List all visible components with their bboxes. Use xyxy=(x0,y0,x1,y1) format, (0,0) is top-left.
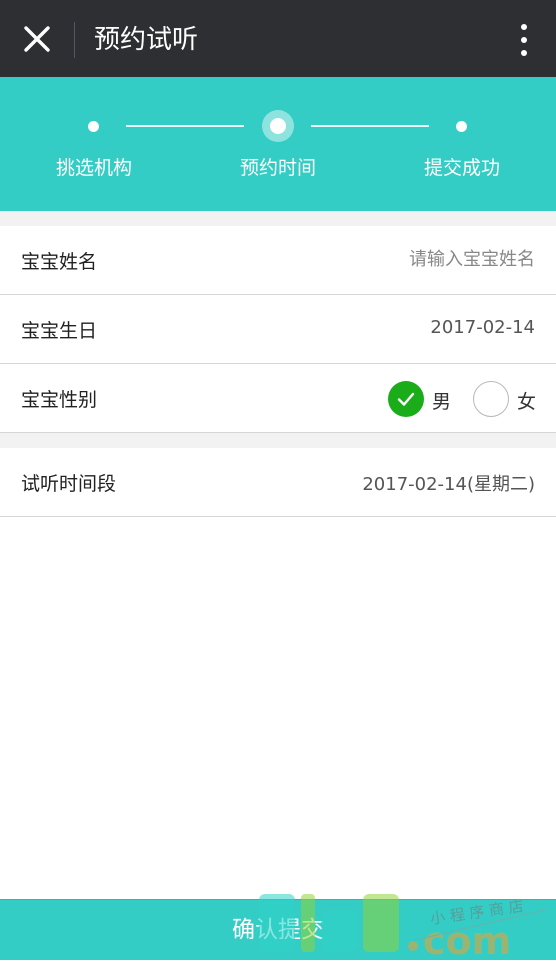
step-dot-active xyxy=(262,110,294,142)
trial-period-row[interactable]: 试听时间段 2017-02-14(星期二) xyxy=(0,448,556,517)
progress-stepper: 挑选机构 预约时间 提交成功 xyxy=(0,77,556,211)
gender-male-radio[interactable] xyxy=(388,381,424,417)
step-dot-pending xyxy=(456,121,467,132)
gender-female-label[interactable]: 女 xyxy=(517,387,536,414)
baby-birthday-value[interactable]: 2017-02-14 xyxy=(430,317,535,338)
trial-period-label: 试听时间段 xyxy=(21,473,117,495)
baby-gender-label: 宝宝性别 xyxy=(21,389,98,411)
step-connector xyxy=(311,125,429,127)
baby-name-row: 宝宝姓名 xyxy=(0,226,556,295)
page-title: 预约试听 xyxy=(94,25,199,55)
submit-button-label: 确认提交 xyxy=(232,917,324,943)
baby-birthday-label: 宝宝生日 xyxy=(21,320,98,342)
gender-male-label[interactable]: 男 xyxy=(432,387,451,414)
baby-name-input[interactable] xyxy=(235,246,535,272)
step-dot-active-core xyxy=(270,118,286,134)
trial-period-value[interactable]: 2017-02-14(星期二) xyxy=(362,470,535,496)
step-label-book-time: 预约时间 xyxy=(239,157,316,179)
check-icon xyxy=(397,392,415,406)
section-gap xyxy=(0,433,556,448)
step-connector xyxy=(126,125,244,127)
more-vertical-icon[interactable] xyxy=(514,22,534,58)
submit-button[interactable]: 确认提交 xyxy=(0,899,556,960)
navbar-divider xyxy=(74,22,75,58)
step-label-select-institution: 挑选机构 xyxy=(55,157,132,179)
baby-birthday-row[interactable]: 宝宝生日 2017-02-14 xyxy=(0,295,556,364)
close-icon[interactable] xyxy=(18,20,56,58)
step-label-submit-success: 提交成功 xyxy=(423,157,500,179)
baby-name-label: 宝宝姓名 xyxy=(21,251,98,273)
gender-female-radio[interactable] xyxy=(473,381,509,417)
section-gap xyxy=(0,211,556,226)
navbar: 预约试听 xyxy=(0,0,556,77)
baby-gender-row: 宝宝性别 男 女 xyxy=(0,364,556,433)
step-dot-done xyxy=(88,121,99,132)
